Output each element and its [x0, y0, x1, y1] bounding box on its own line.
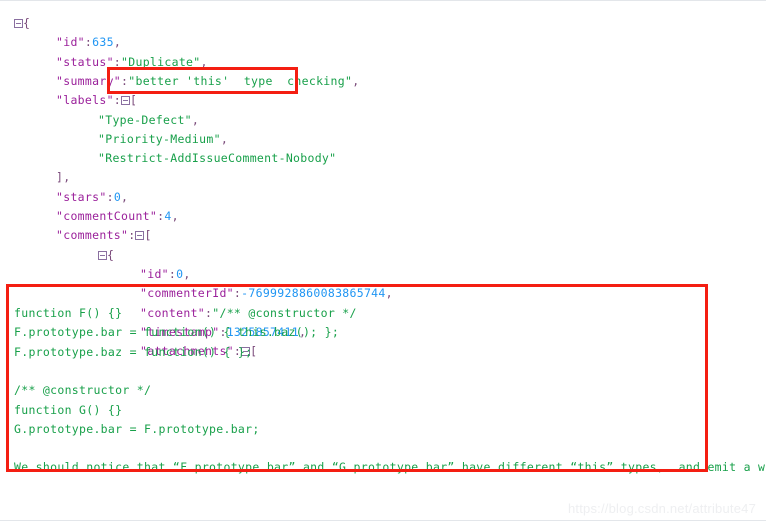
- json-punctuation: ,: [113, 35, 122, 50]
- json-line: "Type-Defect",: [98, 114, 199, 126]
- json-line: "status":"Duplicate",: [56, 56, 208, 68]
- json-colon: :: [106, 189, 114, 204]
- json-value: 4: [164, 209, 172, 223]
- json-value: 635: [92, 35, 114, 50]
- json-value: 0: [113, 189, 122, 204]
- code-line: G.prototype.bar = F.prototype.bar;: [14, 421, 260, 436]
- json-line: "summary":"better 'this' type checking",: [56, 75, 359, 87]
- json-key: "id": [140, 266, 169, 281]
- collapse-toggle-icon[interactable]: [14, 19, 23, 28]
- code-line: F.prototype.baz = function() { };: [14, 344, 253, 359]
- json-key: "comments": [56, 228, 129, 243]
- collapse-toggle-icon[interactable]: [121, 96, 131, 106]
- code-line: F.prototype.bar = function() { this.baz(…: [14, 325, 340, 340]
- json-key: "summary": [56, 73, 122, 88]
- json-line: "id":0,: [140, 268, 191, 280]
- code-line: function G() {}: [14, 402, 123, 417]
- json-punctuation: [: [130, 93, 138, 108]
- json-key: "id": [56, 35, 85, 50]
- json-punctuation: ,: [183, 266, 191, 281]
- json-line: "stars":0,: [56, 191, 128, 203]
- json-value: "/** @constructor */: [212, 305, 357, 320]
- json-punctuation: [: [144, 228, 152, 243]
- json-punctuation: ,: [121, 189, 129, 204]
- json-value: "better 'this' type checking": [128, 73, 353, 88]
- json-line: "Restrict-AddIssueComment-Nobody": [98, 152, 336, 164]
- collapse-toggle-icon[interactable]: [135, 231, 145, 241]
- json-punctuation: ,: [171, 209, 179, 223]
- json-line: {: [98, 249, 114, 261]
- json-line: "comments": [: [56, 229, 152, 241]
- json-colon: :: [128, 228, 136, 243]
- json-colon: :: [113, 93, 122, 108]
- json-key: "labels": [56, 93, 114, 108]
- json-key: "status": [56, 54, 114, 69]
- json-colon: :: [113, 54, 122, 69]
- json-key: "commenterId": [140, 286, 234, 301]
- json-tree-viewer[interactable]: {"id":635, "status":"Duplicate", "summary"…: [0, 0, 766, 521]
- collapse-toggle-icon[interactable]: [98, 250, 107, 260]
- json-value: "Restrict-AddIssueComment-Nobody": [98, 151, 337, 166]
- json-punctuation: {: [107, 247, 115, 262]
- json-value: "Priority-Medium": [98, 131, 221, 146]
- json-key: "stars": [56, 189, 107, 204]
- json-line: "labels": [: [56, 94, 137, 106]
- code-line: function F() {}: [14, 306, 123, 320]
- json-punctuation: ],: [56, 170, 71, 185]
- json-line: ],: [56, 171, 70, 183]
- json-line: {: [14, 17, 30, 29]
- code-line: We should notice that “F.prototype.bar” …: [14, 460, 766, 475]
- watermark: https://blog.csdn.net/attribute47: [568, 501, 756, 516]
- json-value: "Type-Defect": [98, 112, 192, 127]
- json-value: "Duplicate": [121, 54, 201, 69]
- json-value: -7699928860083865744: [241, 286, 386, 301]
- json-punctuation: ,: [352, 73, 360, 88]
- json-line: "id":635,: [56, 36, 121, 48]
- json-line: "commentCount":4,: [56, 210, 179, 222]
- json-line: "commenterId":-7699928860083865744,: [140, 287, 393, 299]
- code-line: /** @constructor */: [14, 383, 152, 398]
- json-key: "content": [140, 305, 206, 320]
- json-punctuation: {: [23, 16, 31, 30]
- json-key: "commentCount": [56, 209, 158, 223]
- json-punctuation: ,: [200, 54, 208, 69]
- json-line: "Priority-Medium",: [98, 133, 228, 145]
- json-punctuation: ,: [220, 131, 229, 146]
- json-line: "content":"/** @constructor */: [140, 307, 357, 319]
- json-punctuation: ,: [191, 112, 200, 127]
- json-punctuation: ,: [385, 286, 393, 301]
